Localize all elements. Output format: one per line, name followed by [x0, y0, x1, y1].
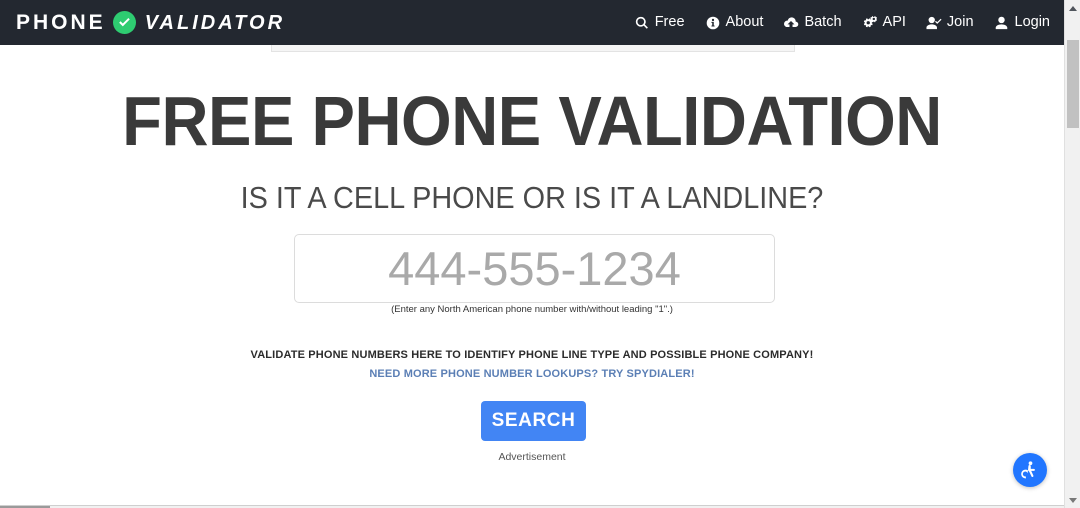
nav-item-label: About	[725, 14, 764, 31]
hero-section: FREE PHONE VALIDATION IS IT A CELL PHONE…	[0, 45, 1064, 213]
info-circle-icon	[705, 15, 721, 31]
phone-input-container	[294, 234, 775, 303]
accessibility-widget-button[interactable]	[1013, 453, 1047, 487]
spydialer-link[interactable]: NEED MORE PHONE NUMBER LOOKUPS? TRY SPYD…	[0, 369, 1064, 380]
nav-links: Free About Batch API Join Login	[634, 0, 1050, 45]
logo-word-phone: PHONE	[16, 11, 106, 34]
user-icon	[994, 15, 1010, 31]
nav-item-join[interactable]: Join	[926, 15, 974, 31]
site-logo[interactable]: PHONE VALIDATOR	[16, 0, 285, 45]
wheelchair-icon	[1020, 460, 1041, 481]
check-circle-icon	[112, 11, 136, 34]
top-navigation-bar: PHONE VALIDATOR Free About Batch API Joi…	[0, 0, 1064, 45]
cogs-icon	[862, 15, 878, 31]
nav-item-about[interactable]: About	[705, 14, 764, 31]
scroll-down-arrow-icon[interactable]	[1065, 492, 1080, 508]
vertical-scrollbar-thumb[interactable]	[1067, 40, 1079, 128]
nav-item-label: Join	[946, 14, 974, 31]
scroll-up-arrow-icon[interactable]	[1065, 0, 1080, 16]
nav-item-label: Free	[654, 14, 685, 31]
promo-tagline: VALIDATE PHONE NUMBERS HERE TO IDENTIFY …	[250, 349, 814, 361]
cloud-upload-icon	[783, 15, 799, 31]
browser-viewport: PHONE VALIDATOR Free About Batch API Joi…	[0, 0, 1080, 508]
nav-item-label: Batch	[804, 14, 842, 31]
phone-input-hint: (Enter any North American phone number w…	[391, 304, 673, 315]
nav-item-label: Login	[1014, 14, 1050, 31]
search-button[interactable]: SEARCH	[481, 401, 586, 441]
page-content: PHONE VALIDATOR Free About Batch API Joi…	[0, 0, 1064, 508]
advertisement-label: Advertisement	[498, 451, 566, 463]
nav-item-api[interactable]: API	[862, 15, 906, 31]
logo-word-validator: VALIDATOR	[144, 11, 286, 34]
nav-item-login[interactable]: Login	[994, 15, 1050, 31]
user-plus-icon	[926, 15, 942, 31]
vertical-scrollbar[interactable]	[1064, 0, 1080, 508]
page-title: FREE PHONE VALIDATION	[122, 82, 942, 160]
nav-item-batch[interactable]: Batch	[783, 14, 842, 31]
nav-item-free[interactable]: Free	[634, 15, 685, 31]
nav-item-label: API	[882, 14, 906, 31]
search-icon	[634, 15, 650, 31]
page-subtitle: IS IT A CELL PHONE OR IS IT A LANDLINE?	[240, 180, 824, 215]
phone-number-input[interactable]	[294, 234, 775, 303]
